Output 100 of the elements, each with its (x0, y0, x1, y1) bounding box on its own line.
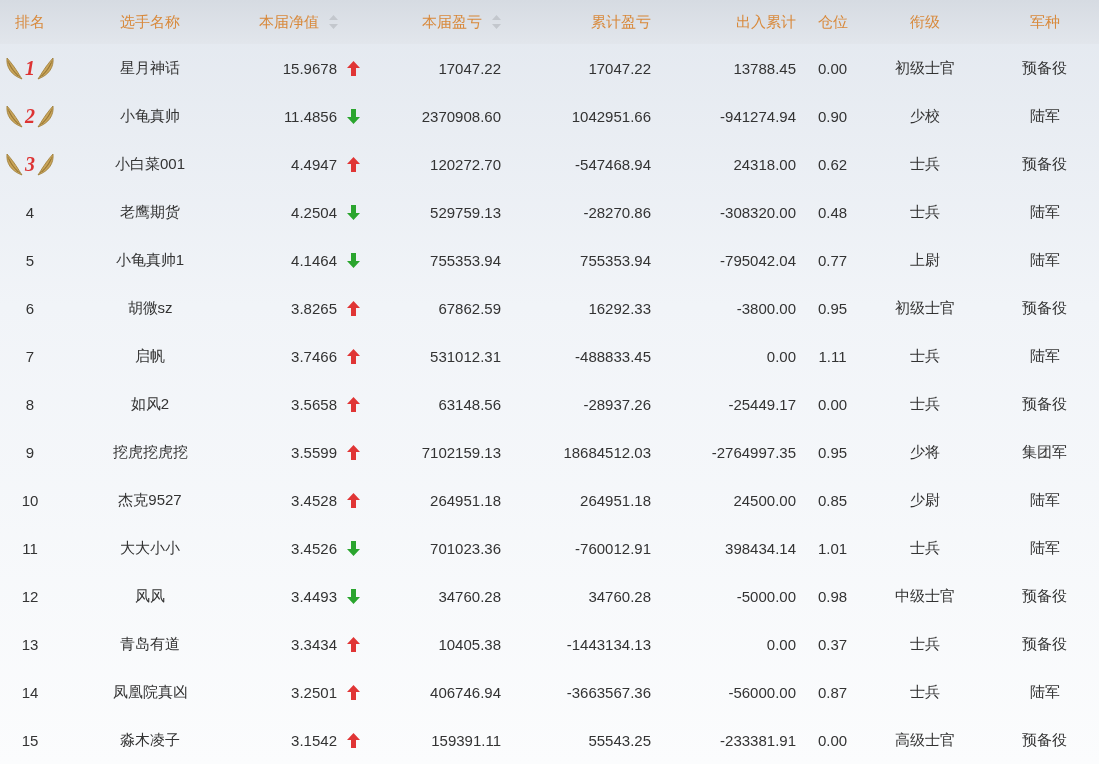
table-cell: 初级士官 (895, 58, 955, 78)
table-cell: 755353.94 (430, 251, 501, 269)
sort-icon[interactable] (492, 15, 501, 29)
table-cell: 0.95 (817, 299, 848, 317)
net-value: 3.2501 (291, 683, 337, 701)
wing-icon (6, 151, 24, 177)
table-cell: 陆军 (1029, 106, 1060, 126)
table-cell: 士兵 (910, 394, 940, 414)
rank-number: 13 (21, 635, 39, 653)
table-cell: 预备役 (1022, 58, 1067, 78)
table-cell: 120272.70 (430, 155, 501, 173)
table-cell: -25449.17 (728, 395, 796, 413)
table-cell: 24500.00 (733, 491, 796, 509)
table-cell: 预备役 (1022, 586, 1067, 606)
table-cell: -308320.00 (720, 203, 796, 221)
table-cell: -795042.04 (720, 251, 796, 269)
table-cell: 2370908.60 (421, 107, 501, 125)
table-cell: -941274.94 (720, 107, 796, 125)
table-cell: 预备役 (1022, 298, 1067, 318)
player-name: 如风2 (130, 394, 170, 414)
rank-number: 5 (25, 251, 35, 269)
rank-number: 6 (25, 299, 35, 317)
table-cell: -760012.91 (575, 539, 651, 557)
player-name: 淼木凌子 (120, 730, 180, 750)
player-name: 风风 (135, 586, 165, 606)
table-cell: 上尉 (910, 250, 940, 270)
table-cell: 集团军 (1022, 442, 1067, 462)
table-cell: 24318.00 (733, 155, 796, 173)
table-cell: 陆军 (1029, 538, 1060, 558)
table-cell: 0.62 (817, 155, 848, 173)
column-header: 排名 (15, 12, 45, 32)
table-cell: 17047.22 (588, 59, 651, 77)
table-cell: 陆军 (1029, 202, 1060, 222)
table-cell: 高级士官 (895, 730, 955, 750)
player-name: 星月神话 (120, 58, 180, 78)
table-cell: 34760.28 (588, 587, 651, 605)
table-cell: -547468.94 (575, 155, 651, 173)
player-name: 挖虎挖虎挖 (112, 442, 188, 462)
table-cell: 士兵 (910, 538, 940, 558)
table-cell: 士兵 (910, 202, 940, 222)
table-cell: -28937.26 (583, 395, 651, 413)
table-cell: 士兵 (910, 682, 940, 702)
net-value: 3.5599 (291, 443, 337, 461)
net-value: 3.4528 (291, 491, 337, 509)
table-cell: 264951.18 (430, 491, 501, 509)
net-value: 3.8265 (291, 299, 337, 317)
table-cell: 中级士官 (895, 586, 955, 606)
table-cell: 0.90 (817, 107, 848, 125)
rank-number: 7 (25, 347, 35, 365)
sort-icon[interactable] (329, 15, 338, 29)
rank-number: 14 (21, 683, 39, 701)
table-cell: 18684512.03 (563, 443, 651, 461)
table-cell: 701023.36 (430, 539, 501, 557)
net-value: 3.3434 (291, 635, 337, 653)
player-name: 老鹰期货 (120, 202, 180, 222)
table-cell: -3663567.36 (566, 683, 651, 701)
table-cell: -56000.00 (728, 683, 796, 701)
rank-number: 3 (25, 152, 35, 176)
player-name: 青岛有道 (120, 634, 180, 654)
rank-number: 2 (25, 104, 35, 128)
net-value: 3.1542 (291, 731, 337, 749)
table-cell: -28270.86 (583, 203, 651, 221)
rank-number: 11 (22, 539, 38, 557)
column-header: 衔级 (910, 12, 940, 32)
table-cell: 55543.25 (588, 731, 651, 749)
table-cell: 159391.11 (431, 731, 501, 749)
player-name: 小白菜001 (115, 154, 185, 174)
rank-number: 9 (25, 443, 35, 461)
player-name: 凤凰院真凶 (112, 682, 188, 702)
table-cell: 1.11 (818, 347, 847, 365)
table-cell: 陆军 (1029, 250, 1060, 270)
table-cell: 755353.94 (580, 251, 651, 269)
table-cell: 士兵 (910, 634, 940, 654)
column-header[interactable]: 本届盈亏 (422, 12, 482, 32)
table-cell: 0.98 (817, 587, 848, 605)
column-header[interactable]: 本届净值 (259, 12, 319, 32)
table-cell: 少尉 (910, 490, 940, 510)
table-cell: 529759.13 (430, 203, 501, 221)
table-cell: -488833.45 (575, 347, 651, 365)
table-cell: -3800.00 (736, 299, 796, 317)
table-cell: 士兵 (910, 154, 940, 174)
table-cell: -1443134.13 (566, 635, 651, 653)
table-cell: 少校 (910, 106, 940, 126)
column-header: 累计盈亏 (591, 12, 651, 32)
rank-number: 4 (25, 203, 35, 221)
table-cell: 67862.59 (438, 299, 501, 317)
net-value: 3.5658 (291, 395, 337, 413)
table-cell: 0.00 (817, 731, 848, 749)
rank-number: 1 (25, 56, 35, 80)
table-cell: 陆军 (1029, 490, 1060, 510)
net-value: 4.1464 (291, 251, 337, 269)
rank-number: 10 (21, 491, 39, 509)
table-cell: 531012.31 (430, 347, 501, 365)
table-cell: 预备役 (1022, 730, 1067, 750)
table-cell: 13788.45 (733, 59, 796, 77)
net-value: 3.4526 (291, 539, 337, 557)
column-header: 仓位 (817, 12, 848, 32)
table-cell: 陆军 (1029, 346, 1060, 366)
table-cell: 士兵 (910, 346, 940, 366)
rank-number: 15 (21, 731, 39, 749)
